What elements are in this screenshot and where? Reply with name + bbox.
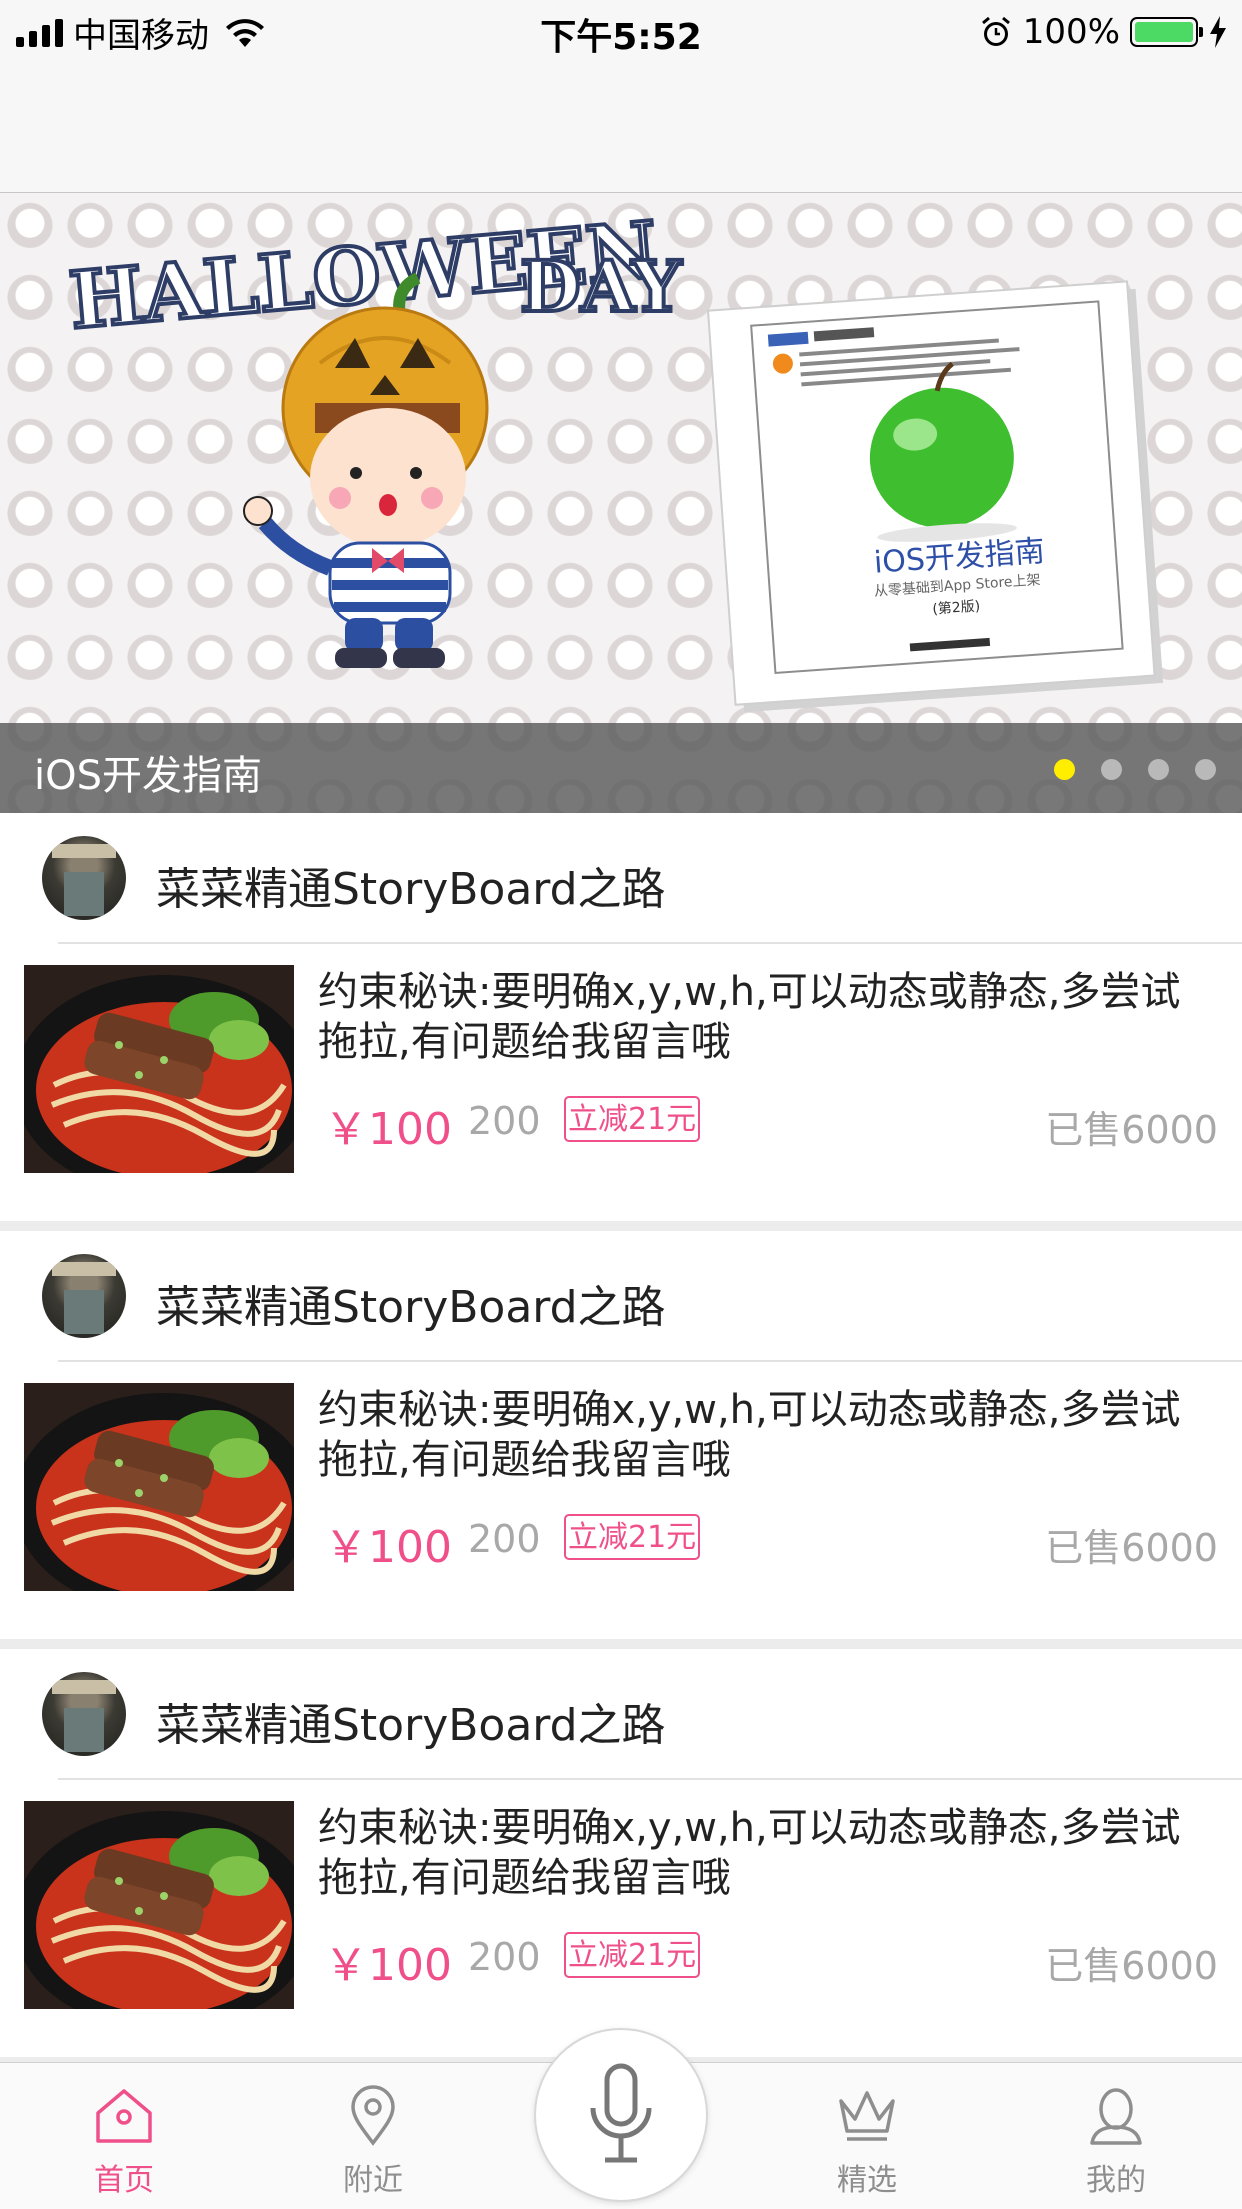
user-icon xyxy=(1090,2088,1142,2145)
card-header: 菜菜精通StoryBoard之路 xyxy=(0,813,1242,944)
noodle-dish-image xyxy=(24,1801,294,2009)
navigation-bar xyxy=(0,64,1242,193)
book-cover-illustration: iOS开发指南 从零基础到App Store上架 (第2版) xyxy=(706,280,1164,713)
author-avatar[interactable] xyxy=(42,1672,126,1756)
current-price: ￥100 xyxy=(324,1104,452,1155)
status-bar: 中国移动 下午5:52 100% xyxy=(0,0,1242,64)
discount-badge: 立减21元 xyxy=(564,1514,701,1560)
page-dot[interactable] xyxy=(1054,759,1075,780)
banner-caption: iOS开发指南 xyxy=(34,753,262,799)
course-card[interactable]: 菜菜精通StoryBoard之路 约束秘诀:要明确x,y,w,h,可以动态或静态… xyxy=(0,1649,1242,2067)
tab-label-nearby: 附近 xyxy=(343,2163,403,2198)
page-dot[interactable] xyxy=(1148,759,1169,780)
sold-count: 已售6000 xyxy=(1045,1108,1218,1152)
card-header: 菜菜精通StoryBoard之路 xyxy=(0,1231,1242,1362)
course-list: 菜菜精通StoryBoard之路 约束秘诀:要明确x,y,w,h,可以动态或静态… xyxy=(0,813,1242,2067)
card-title: 菜菜精通StoryBoard之路 xyxy=(156,864,666,915)
tab-nearby[interactable]: 附近 xyxy=(293,2063,453,2209)
banner-caption-bar: iOS开发指南 xyxy=(0,723,1242,813)
price-row: ￥100 200 立减21元 已售6000 xyxy=(318,1511,1218,1573)
tab-home[interactable]: 首页 xyxy=(44,2063,204,2209)
card-body: 约束秘诀:要明确x,y,w,h,可以动态或静态,多尝试拖拉,有问题给我留言哦 ￥… xyxy=(0,1361,1242,1629)
banner-art-subtitle: DAY xyxy=(520,245,683,328)
author-avatar[interactable] xyxy=(42,1254,126,1338)
card-title: 菜菜精通StoryBoard之路 xyxy=(156,1282,666,1333)
original-price: 200 xyxy=(468,1099,541,1143)
sold-count: 已售6000 xyxy=(1045,1944,1218,1988)
tab-label-home: 首页 xyxy=(94,2163,154,2198)
banner-image: HALLOWEEN DAY iOS开发指南 从零基础到App Store上架 (… xyxy=(64,203,1164,713)
course-card[interactable]: 菜菜精通StoryBoard之路 约束秘诀:要明确x,y,w,h,可以动态或静态… xyxy=(0,813,1242,1231)
course-card[interactable]: 菜菜精通StoryBoard之路 约束秘诀:要明确x,y,w,h,可以动态或静态… xyxy=(0,1231,1242,1649)
alarm-clock-icon xyxy=(981,16,1010,46)
noodle-dish-image xyxy=(24,965,294,1173)
banner-carousel[interactable]: HALLOWEEN DAY iOS开发指南 从零基础到App Store上架 (… xyxy=(0,193,1242,813)
battery-level xyxy=(1135,22,1193,42)
page-dot[interactable] xyxy=(1101,759,1122,780)
card-description: 约束秘诀:要明确x,y,w,h,可以动态或静态,多尝试拖拉,有问题给我留言哦 xyxy=(318,969,1181,1065)
tab-featured[interactable]: 精选 xyxy=(787,2063,947,2209)
page-control[interactable] xyxy=(1054,759,1216,780)
card-description: 约束秘诀:要明确x,y,w,h,可以动态或静态,多尝试拖拉,有问题给我留言哦 xyxy=(318,1805,1181,1901)
charging-bolt-icon xyxy=(1210,16,1226,48)
tab-label-featured: 精选 xyxy=(837,2163,897,2198)
author-avatar[interactable] xyxy=(42,836,126,920)
card-header: 菜菜精通StoryBoard之路 xyxy=(0,1649,1242,1780)
book-edition-text: (第2版) xyxy=(932,597,981,617)
page-dot[interactable] xyxy=(1195,759,1216,780)
current-price: ￥100 xyxy=(324,1940,452,1991)
discount-badge: 立减21元 xyxy=(564,1096,701,1142)
card-title: 菜菜精通StoryBoard之路 xyxy=(156,1700,666,1751)
original-price: 200 xyxy=(468,1517,541,1561)
microphone-icon xyxy=(590,2063,652,2163)
home-icon xyxy=(96,2089,152,2143)
noodle-dish-image xyxy=(24,1383,294,1591)
card-body: 约束秘诀:要明确x,y,w,h,可以动态或静态,多尝试拖拉,有问题给我留言哦 ￥… xyxy=(0,943,1242,1211)
tab-label-mine: 我的 xyxy=(1086,2163,1146,2198)
location-pin-icon xyxy=(351,2085,395,2146)
sold-count: 已售6000 xyxy=(1045,1526,1218,1570)
price-row: ￥100 200 立减21元 已售6000 xyxy=(318,1929,1218,1991)
battery-percentage: 100% xyxy=(1022,12,1120,52)
card-description: 约束秘诀:要明确x,y,w,h,可以动态或静态,多尝试拖拉,有问题给我留言哦 xyxy=(318,1387,1181,1483)
voice-button[interactable] xyxy=(536,2030,706,2200)
discount-badge: 立减21元 xyxy=(564,1932,701,1978)
current-price: ￥100 xyxy=(324,1522,452,1573)
pumpkin-character-illustration xyxy=(243,272,489,668)
card-body: 约束秘诀:要明确x,y,w,h,可以动态或静态,多尝试拖拉,有问题给我留言哦 ￥… xyxy=(0,1779,1242,2047)
original-price: 200 xyxy=(468,1935,541,1979)
battery-icon xyxy=(1130,17,1203,47)
status-right: 100% xyxy=(979,10,1228,54)
tab-mine[interactable]: 我的 xyxy=(1036,2063,1196,2209)
price-row: ￥100 200 立减21元 已售6000 xyxy=(318,1093,1218,1155)
crown-icon xyxy=(839,2091,895,2141)
